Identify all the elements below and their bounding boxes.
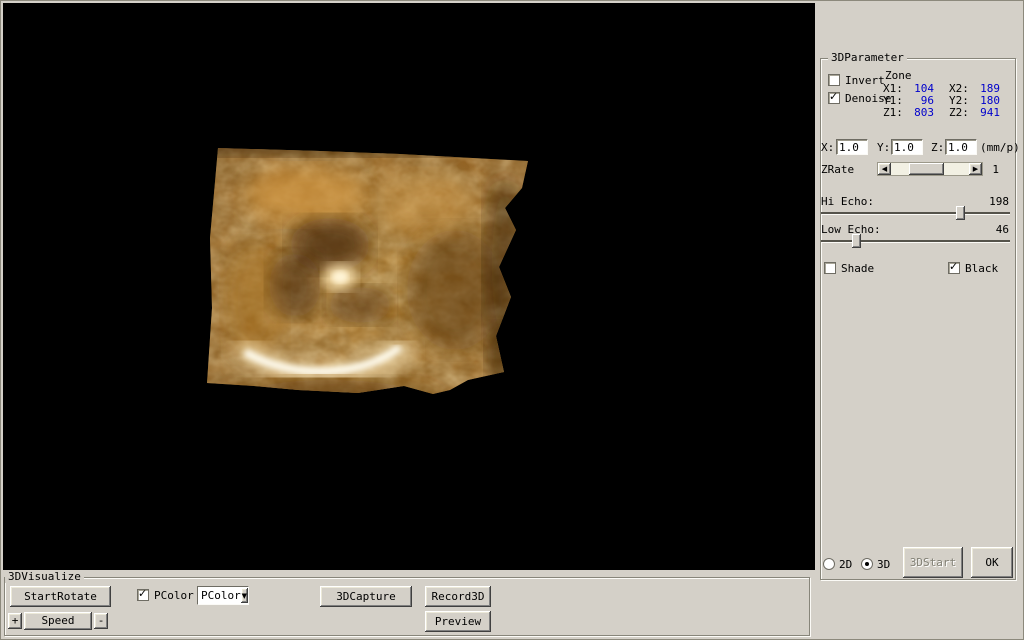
low-echo-slider-track[interactable] (821, 240, 1010, 242)
hi-echo-label: Hi Echo: (821, 195, 874, 208)
y-scale-label: Y: (877, 141, 891, 154)
ok-button[interactable]: OK (971, 547, 1013, 578)
radio-dot-icon (865, 562, 869, 566)
dropdown-arrow-icon[interactable]: ▼ (240, 588, 248, 603)
start-3d-button[interactable]: 3DStart (903, 547, 963, 578)
x-scale-input[interactable] (836, 139, 868, 155)
check-icon: ✓ (949, 260, 959, 273)
z-scale-input[interactable] (945, 139, 977, 155)
zrate-scroll-right-button[interactable]: ▶ (969, 163, 982, 175)
zone-z2-value: 941 (980, 106, 1000, 119)
mode-3d-radio[interactable] (861, 558, 873, 570)
zrate-scroll-thumb[interactable] (909, 163, 944, 175)
start-rotate-button[interactable]: StartRotate (10, 586, 111, 607)
pcolor-checkbox[interactable]: ✓ (137, 587, 149, 601)
record-3d-button[interactable]: Record3D (425, 586, 491, 607)
speed-plus-button[interactable]: + (8, 613, 22, 629)
hi-echo-slider-thumb[interactable] (956, 206, 965, 220)
hi-echo-value: 198 (989, 195, 1009, 208)
zrate-value: 1 (992, 163, 999, 176)
z-scale-label: Z: (931, 141, 945, 154)
x-scale-label: X: (821, 141, 835, 154)
invert-checkbox[interactable] (828, 74, 840, 86)
low-echo-label: Low Echo: (821, 223, 881, 236)
low-echo-value: 46 (995, 223, 1009, 236)
parameter-groupbox: 3DParameter (820, 52, 1016, 580)
mode-2d-radio[interactable] (823, 558, 835, 570)
low-echo-slider-thumb[interactable] (852, 234, 861, 248)
visualize-panel: 3DVisualize StartRotate ✓ PColor PColor … (0, 570, 815, 640)
parameter-group-title: 3DParameter (828, 52, 907, 64)
scroll-right-icon: ▶ (972, 165, 979, 173)
pcolor-dropdown[interactable]: PColor ▼ (197, 586, 249, 605)
zone-row-z: Z1: 803 Z2: 941 (883, 107, 1000, 119)
scroll-left-icon: ◀ (881, 165, 888, 173)
mode-2d-label: 2D (839, 558, 853, 571)
invert-label: Invert (845, 74, 885, 87)
pcolor-label: PColor (154, 589, 194, 602)
hi-echo-slider-track[interactable] (821, 212, 1010, 214)
speed-minus-button[interactable]: - (94, 613, 108, 629)
parameter-panel: 3DParameter Invert ✓ Denoise Zone X1: 10… (815, 0, 1024, 640)
capture-3d-button[interactable]: 3DCapture (320, 586, 412, 607)
ultrasound-3d-render (207, 148, 528, 394)
zone-z1-label: Z1: (883, 106, 903, 119)
speed-button[interactable]: Speed (24, 612, 92, 630)
render-viewport[interactable] (3, 3, 815, 570)
check-icon: ✓ (138, 587, 148, 600)
zrate-scroll-left-button[interactable]: ◀ (878, 163, 891, 175)
zrate-label: ZRate (821, 163, 855, 176)
black-label: Black (965, 262, 999, 275)
check-icon: ✓ (829, 90, 839, 103)
shade-checkbox[interactable] (824, 262, 836, 274)
visualize-group-title: 3DVisualize (5, 571, 84, 583)
denoise-checkbox[interactable]: ✓ (828, 90, 840, 104)
zone-z1-value: 803 (914, 106, 934, 119)
app-window: { "colors": { "panel_bg": "#d4d0c8", "vi… (0, 0, 1024, 640)
shade-label: Shade (841, 262, 875, 275)
preview-button[interactable]: Preview (425, 611, 491, 632)
zrate-scrollbar[interactable]: ◀ ▶ (877, 162, 983, 176)
pcolor-dropdown-value: PColor (201, 588, 241, 602)
black-checkbox[interactable]: ✓ (948, 260, 960, 274)
zone-title: Zone (885, 69, 912, 82)
mode-3d-label: 3D (877, 558, 891, 571)
zone-z2-label: Z2: (949, 106, 969, 119)
scale-unit-label: (mm/p) (980, 141, 1020, 154)
y-scale-input[interactable] (891, 139, 923, 155)
